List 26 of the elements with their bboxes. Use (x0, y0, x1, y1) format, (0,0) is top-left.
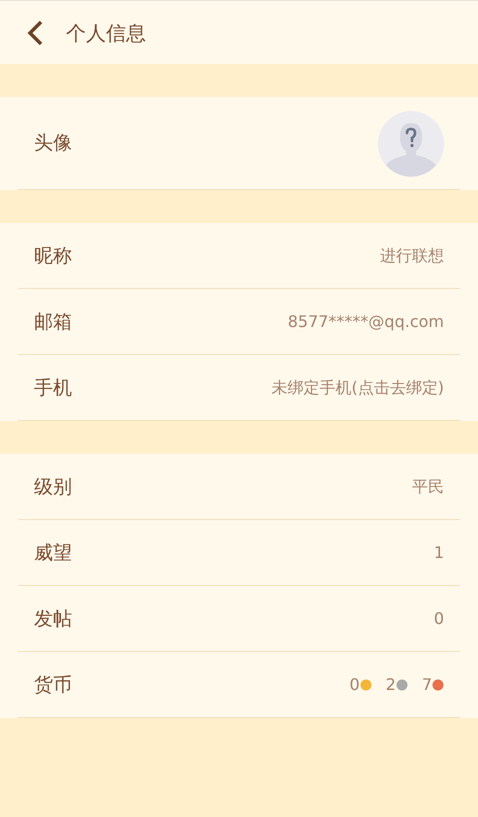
coin-amount: 0 (349, 674, 360, 696)
row-value: 平民 (412, 476, 444, 498)
row-label: 头像 (34, 131, 72, 156)
settings-row[interactable]: 级别 平民 (0, 454, 478, 520)
settings-row[interactable]: 货币 0 2 7 (0, 652, 478, 718)
row-label: 威望 (34, 540, 72, 566)
settings-row[interactable]: 发帖 0 (0, 586, 478, 652)
row-label: 手机 (34, 376, 72, 401)
row-value: 8577*****@qq.com (288, 311, 444, 333)
settings-row[interactable]: 头像 (0, 97, 478, 190)
settings-row[interactable]: 昵称 进行联想 (0, 223, 478, 289)
row-value: 1 (434, 542, 444, 564)
row-value: 进行联想 (380, 245, 444, 267)
row-value: 0 (434, 608, 444, 630)
row-label: 货币 (34, 672, 72, 698)
coin-amount: 2 (386, 674, 396, 696)
coin-amount: 7 (422, 674, 432, 696)
row-label: 级别 (34, 474, 72, 500)
settings-row[interactable]: 威望 1 (0, 520, 478, 586)
row-value: 未绑定手机(点击去绑定) (272, 377, 444, 399)
settings-row[interactable]: 手机 未绑定手机(点击去绑定) (0, 355, 478, 421)
row-label: 邮箱 (34, 310, 72, 335)
page-title: 个人信息 (66, 20, 146, 46)
settings-row[interactable]: 邮箱 8577*****@qq.com (0, 289, 478, 355)
row-label: 发帖 (34, 606, 72, 632)
row-label: 昵称 (34, 244, 72, 269)
